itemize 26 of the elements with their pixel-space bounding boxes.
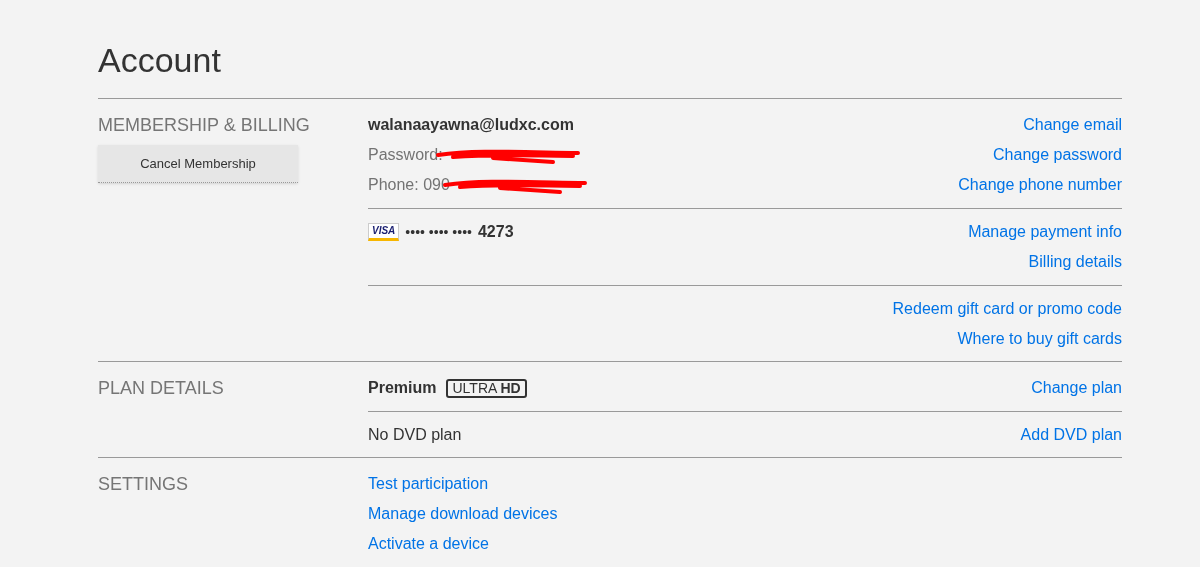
action-link[interactable]: Where to buy gift cards [957,327,1122,351]
card-brand-logo: VISA [368,223,400,241]
settings-link[interactable]: Manage download devices [368,502,558,526]
section-heading: MEMBERSHIP & BILLING [98,114,311,137]
action-link[interactable]: Change password [993,143,1122,167]
action-link[interactable]: Billing details [1028,250,1122,274]
account-email: walanaayawna@ludxc.com [368,115,574,135]
action-link[interactable]: Manage payment info [968,220,1122,244]
action-link[interactable]: Add DVD plan [1020,423,1122,447]
settings-link[interactable]: Activate a device [368,532,489,556]
section-heading: SETTINGS [98,473,189,496]
action-link[interactable]: Change phone number [958,173,1122,197]
action-link[interactable]: Change email [1023,113,1122,137]
card-last-digits: 4273 [477,222,514,242]
action-link[interactable]: Change plan [1031,376,1122,400]
account-detail: Phone: 090 [368,175,450,195]
plan-name: Premium [368,378,437,398]
settings-link[interactable]: Test participation [368,472,489,496]
masked-card-number: •••• •••• •••• [405,222,472,242]
cancel-membership-button[interactable]: Cancel Membership [98,145,298,183]
ultra-hd-badge: ULTRA HD [446,378,527,398]
section-heading: PLAN DETAILS [98,377,225,400]
account-detail: Password: [368,145,443,165]
page-title: Account [98,40,222,81]
action-link[interactable]: Redeem gift card or promo code [892,297,1122,321]
dvd-plan-status: No DVD plan [368,425,462,445]
